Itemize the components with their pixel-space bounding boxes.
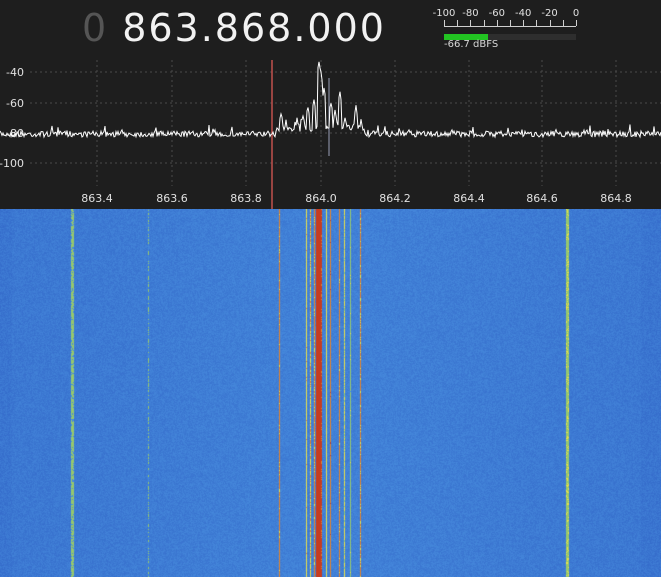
spectrum-plot[interactable]: -40 -60 -80 -100 863.4 863.6 863.8 864.0…	[0, 58, 661, 210]
waterfall-display[interactable]	[0, 209, 661, 577]
x-tick-label: 864.2	[379, 192, 411, 205]
meter-scale-label: -60	[488, 8, 505, 19]
meter-scale-label: -100	[432, 8, 456, 19]
level-meter-axis	[444, 26, 576, 27]
signal-level-meter: -100 -80 -60 -40 -20 0 -66.7 dBFS	[430, 8, 580, 52]
x-tick-label: 864.4	[453, 192, 485, 205]
spectrum-background	[0, 58, 661, 210]
x-tick-label: 864.8	[600, 192, 632, 205]
x-tick-label: 863.4	[81, 192, 113, 205]
y-tick-label: -60	[6, 97, 24, 110]
sdr-receiver-window: 0 863.868.000 -100 -80 -60 -40 -20 0 -66…	[0, 0, 661, 577]
meter-tick	[576, 20, 577, 26]
y-tick-label: -40	[6, 66, 24, 79]
frequency-value[interactable]: 863.868.000	[122, 6, 386, 50]
meter-scale-label: -80	[462, 8, 479, 19]
frequency-display[interactable]: 0 863.868.000	[82, 6, 386, 52]
meter-scale-label: 0	[572, 8, 580, 19]
x-tick-label: 864.0	[305, 192, 337, 205]
x-tick-label: 863.6	[156, 192, 188, 205]
x-tick-label: 864.6	[526, 192, 558, 205]
frequency-leading-digit[interactable]: 0	[82, 6, 108, 50]
frequency-header: 0 863.868.000 -100 -80 -60 -40 -20 0 -66…	[0, 0, 661, 58]
meter-scale-label: -20	[541, 8, 558, 19]
y-tick-label: -100	[0, 157, 24, 170]
level-readout: -66.7 dBFS	[444, 39, 499, 50]
x-tick-label: 863.8	[230, 192, 262, 205]
meter-scale-label: -40	[515, 8, 532, 19]
